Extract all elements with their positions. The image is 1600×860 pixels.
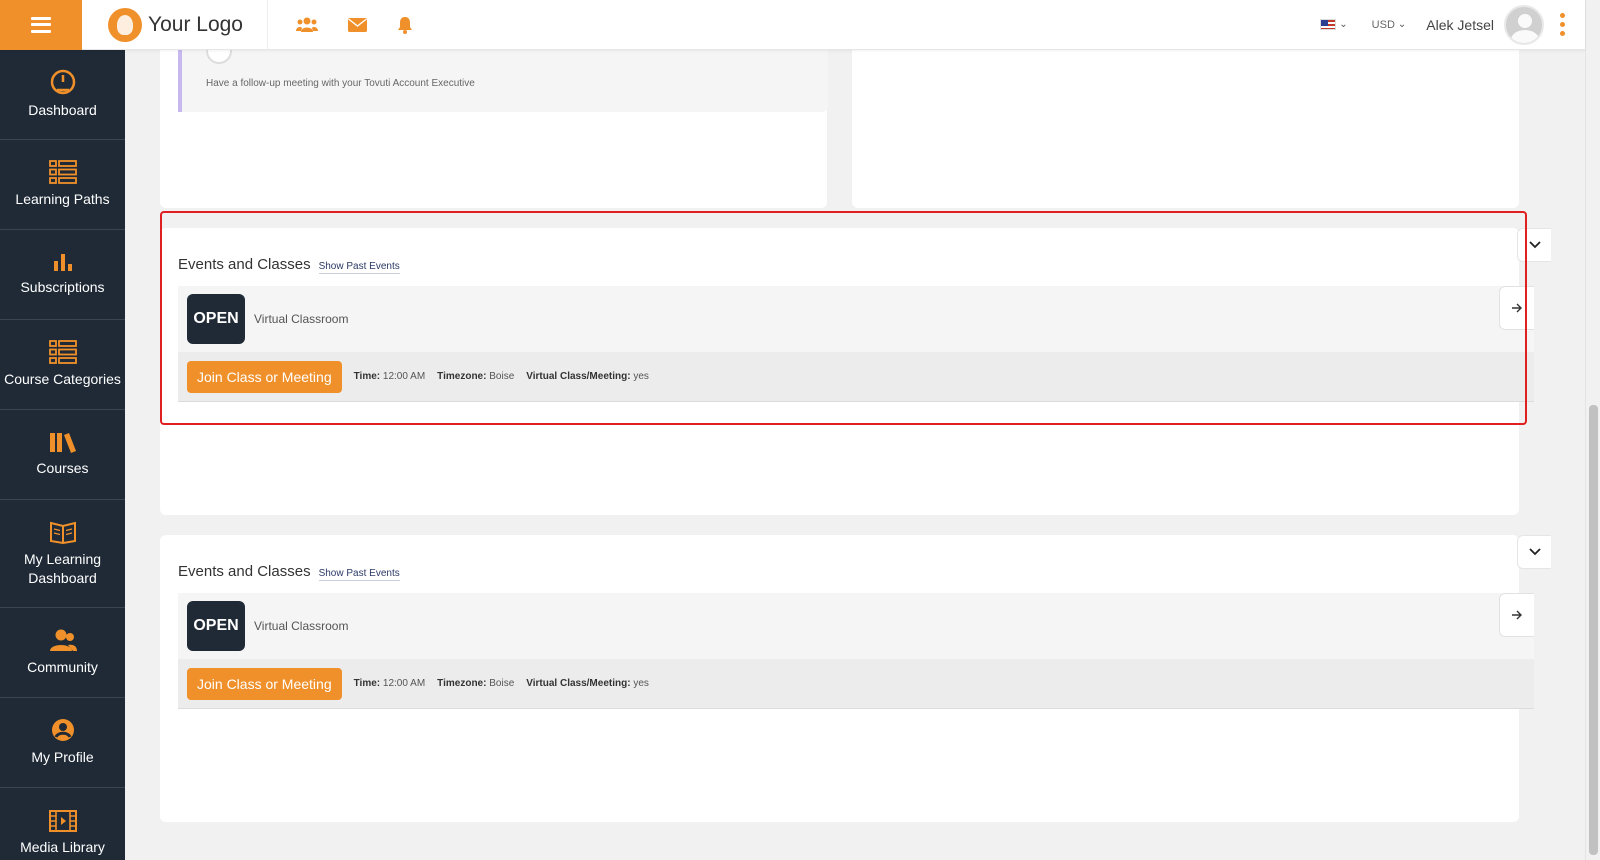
- page-scrollbar[interactable]: [1585, 0, 1600, 860]
- event-row[interactable]: OPEN Virtual Classroom: [178, 286, 1534, 352]
- sidebar-item-label: Learning Paths: [15, 191, 110, 207]
- top-bar: Your Logo ⌄ USD ⌄ Alek Jetsel: [0, 0, 1585, 50]
- timezone-label: Timezone:: [437, 371, 487, 382]
- list-icon: [48, 340, 77, 364]
- us-flag-icon: [1320, 19, 1337, 30]
- show-past-events-link[interactable]: Show Past Events: [318, 261, 400, 274]
- logo-icon: [108, 7, 142, 42]
- users-icon[interactable]: [295, 17, 318, 33]
- virtual-value: yes: [633, 371, 649, 382]
- event-meta: Time: 12:00 AM Timezone: Boise Virtual C…: [354, 678, 649, 689]
- event-name: Virtual Classroom: [254, 619, 349, 633]
- bar-chart-icon: [53, 254, 72, 271]
- language-selector[interactable]: ⌄: [1320, 19, 1348, 30]
- open-book-icon: [49, 521, 76, 544]
- collapse-button[interactable]: [1517, 228, 1551, 262]
- event-details: Join Class or Meeting Time: 12:00 AM Tim…: [178, 659, 1534, 709]
- sidebar-item-label: Community: [27, 659, 98, 675]
- sidebar-item-label: Courses: [36, 460, 89, 476]
- virtual-label: Virtual Class/Meeting:: [526, 371, 631, 382]
- virtual-value: yes: [633, 678, 649, 689]
- sidebar-item-learning-paths[interactable]: Learning Paths: [0, 140, 125, 230]
- join-class-button[interactable]: Join Class or Meeting: [187, 667, 342, 700]
- books-icon: [49, 433, 76, 453]
- sidebar-item-community[interactable]: Community: [0, 608, 125, 698]
- menu-toggle-button[interactable]: [0, 0, 82, 50]
- event-name: Virtual Classroom: [254, 312, 349, 326]
- sidebar-item-label: Dashboard: [28, 102, 97, 118]
- top-actions: [268, 16, 413, 34]
- timezone-value: Boise: [489, 371, 515, 382]
- currency-label: USD: [1371, 18, 1395, 31]
- side-card: [852, 40, 1519, 208]
- people-icon: [49, 629, 77, 651]
- list-icon: [48, 160, 77, 184]
- collapse-button[interactable]: [1517, 535, 1551, 569]
- sidebar-item-subscriptions[interactable]: Subscriptions: [0, 230, 125, 320]
- events-title: Events and Classes: [178, 563, 311, 580]
- events-section: Events and Classes Show Past Events OPEN…: [178, 228, 1551, 402]
- timezone-label: Timezone:: [437, 678, 487, 689]
- arrow-right-icon: [1512, 610, 1522, 620]
- open-event-button[interactable]: [1499, 593, 1534, 637]
- top-right-controls: ⌄ USD ⌄ Alek Jetsel: [1320, 4, 1585, 45]
- events-title: Events and Classes: [178, 256, 311, 273]
- show-past-events-link[interactable]: Show Past Events: [318, 568, 400, 581]
- event-row[interactable]: OPEN Virtual Classroom: [178, 593, 1534, 659]
- event-details: Join Class or Meeting Time: 12:00 AM Tim…: [178, 352, 1534, 402]
- todo-item: Have a follow-up meeting with your Tovut…: [178, 38, 828, 112]
- bell-icon[interactable]: [397, 16, 413, 34]
- time-label: Time:: [353, 678, 381, 689]
- status-badge: OPEN: [187, 294, 245, 344]
- todo-description: Have a follow-up meeting with your Tovut…: [206, 78, 475, 89]
- chevron-down-icon: [1528, 241, 1541, 249]
- sidebar-item-media-library[interactable]: Media Library: [0, 788, 125, 860]
- virtual-label: Virtual Class/Meeting:: [526, 678, 631, 689]
- hamburger-icon: [31, 16, 51, 33]
- arrow-right-icon: [1512, 303, 1522, 313]
- sidebar-item-course-categories[interactable]: Course Categories: [0, 320, 125, 410]
- logo[interactable]: Your Logo: [82, 0, 268, 50]
- scrollbar-thumb[interactable]: [1589, 405, 1598, 855]
- sidebar-item-dashboard[interactable]: Dashboard: [0, 50, 125, 140]
- time-value: 12:00 AM: [382, 371, 426, 382]
- chevron-down-icon: [1528, 548, 1541, 556]
- sidebar-item-label: My Profile: [31, 749, 94, 765]
- logo-text: Your Logo: [148, 12, 243, 36]
- currency-selector[interactable]: USD ⌄: [1372, 19, 1407, 31]
- sidebar-item-courses[interactable]: Courses: [0, 410, 125, 500]
- sidebar: Dashboard Learning Paths Subscriptions C…: [0, 50, 125, 860]
- timezone-value: Boise: [489, 678, 515, 689]
- envelope-icon[interactable]: [347, 17, 367, 32]
- chevron-down-icon: ⌄: [1397, 19, 1407, 30]
- more-options-icon[interactable]: [1560, 13, 1565, 36]
- sidebar-item-my-learning-dashboard[interactable]: My Learning Dashboard: [0, 500, 125, 608]
- time-label: Time:: [353, 371, 381, 382]
- sidebar-item-label: Subscriptions: [20, 279, 105, 295]
- status-badge: OPEN: [187, 601, 245, 651]
- time-value: 12:00 AM: [382, 678, 426, 689]
- join-class-button[interactable]: Join Class or Meeting: [187, 360, 342, 393]
- sidebar-item-label: Course Categories: [4, 371, 121, 387]
- avatar[interactable]: [1504, 4, 1544, 45]
- gauge-icon: [50, 69, 75, 95]
- user-circle-icon: [51, 719, 74, 741]
- chevron-down-icon: ⌄: [1339, 19, 1348, 30]
- user-name[interactable]: Alek Jetsel: [1426, 17, 1494, 33]
- sidebar-item-my-profile[interactable]: My Profile: [0, 698, 125, 788]
- sidebar-item-label: Media Library: [20, 839, 105, 855]
- open-event-button[interactable]: [1499, 286, 1534, 330]
- film-icon: [48, 810, 77, 832]
- events-section-2: Events and Classes Show Past Events OPEN…: [178, 535, 1551, 709]
- event-meta: Time: 12:00 AM Timezone: Boise Virtual C…: [354, 371, 649, 382]
- sidebar-item-label: My Learning Dashboard: [23, 550, 102, 586]
